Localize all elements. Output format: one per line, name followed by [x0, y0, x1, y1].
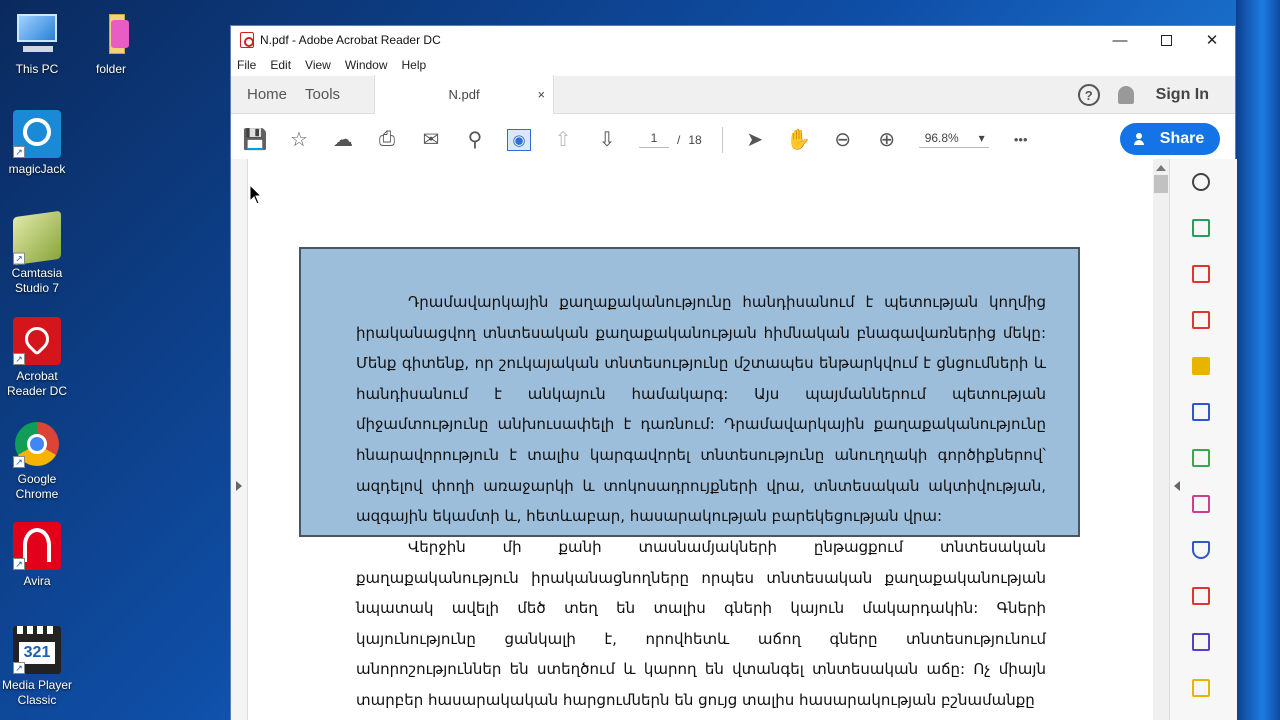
window-title: N.pdf - Adobe Acrobat Reader DC	[260, 33, 441, 47]
acrobat-icon: ↗	[13, 317, 61, 365]
desktop-icon-camtasia[interactable]: ↗ Camtasia Studio 7	[0, 210, 74, 296]
tab-document[interactable]: N.pdf ×	[374, 75, 555, 114]
paragraph-1-text: Դրամավարկային քաղաքականությունը հանդիսան…	[356, 293, 1046, 526]
pdf-icon	[240, 32, 254, 48]
desktop-icon-acrobat[interactable]: ↗ Acrobat Reader DC	[0, 317, 74, 399]
edit-pdf-icon[interactable]	[1188, 307, 1214, 333]
previous-page-icon[interactable]: ⇧	[541, 122, 585, 158]
protect-icon[interactable]	[1188, 537, 1214, 563]
menu-file[interactable]: File	[237, 58, 256, 72]
menu-help[interactable]: Help	[402, 58, 427, 72]
page-total: 18	[688, 132, 702, 147]
desktop-icon-chrome[interactable]: ↗ Google Chrome	[0, 420, 74, 502]
chevron-down-icon: ▾	[978, 131, 985, 145]
pdf-page[interactable]: Դրամավարկային քաղաքականությունը հանդիսան…	[248, 159, 1153, 720]
desktop-icon-label: This PC	[15, 62, 59, 76]
next-page-icon[interactable]: ⇩	[585, 122, 629, 158]
menu-view[interactable]: View	[305, 58, 331, 72]
sign-in-button[interactable]: Sign In	[1156, 86, 1209, 104]
comment-icon[interactable]	[1188, 353, 1214, 379]
close-button[interactable]: ✕	[1189, 26, 1235, 54]
document-area: Դրամավարկային քաղաքականությունը հանդիսան…	[231, 159, 1237, 720]
desktop-icon-magicjack[interactable]: ↗ magicJack	[0, 110, 74, 177]
media-player-icon: 321 ↗	[13, 626, 61, 674]
scroll-thumb[interactable]	[1154, 175, 1168, 193]
tab-document-label: N.pdf	[448, 87, 480, 102]
menu-bar: File Edit View Window Help	[231, 54, 1235, 76]
send-signature-icon[interactable]	[1188, 629, 1214, 655]
magicjack-icon: ↗	[13, 110, 61, 158]
tab-tools[interactable]: Tools	[303, 76, 356, 114]
right-tools-pane	[1169, 159, 1237, 720]
export-pdf-icon[interactable]	[1188, 215, 1214, 241]
help-icon[interactable]: ?	[1077, 84, 1100, 106]
select-cursor-icon[interactable]: ➤	[733, 122, 777, 158]
desktop-background	[1236, 0, 1280, 720]
page-separator: /	[677, 132, 681, 147]
paragraph-2: Վերջին մի քանի տասնամյակների ընթացքում տ…	[356, 532, 1046, 716]
zoom-out-icon[interactable]: ⊖	[821, 122, 865, 158]
share-icon	[1133, 133, 1152, 145]
desktop-icon-label: Camtasia Studio 7	[11, 266, 63, 295]
more-tools-icon[interactable]	[1188, 675, 1214, 701]
more-options-icon[interactable]: •••	[999, 122, 1043, 158]
desktop: This PC folder ↗ magicJack ↗ Camtasia St…	[0, 0, 230, 720]
monitor-icon	[13, 10, 61, 58]
bell-icon[interactable]	[1117, 86, 1134, 104]
email-icon[interactable]: ✉	[409, 122, 453, 158]
page-navigator: 1 / 18	[639, 131, 702, 148]
print-icon[interactable]: ⎙	[365, 122, 409, 158]
camtasia-icon: ↗	[13, 210, 61, 266]
desktop-icon-label: Avira	[23, 574, 51, 588]
fill-sign-icon[interactable]	[1188, 491, 1214, 517]
desktop-icon-label: Media Player Classic	[1, 678, 73, 707]
desktop-icon-media-player[interactable]: 321 ↗ Media Player Classic	[0, 626, 74, 708]
save-icon[interactable]: 💾	[233, 122, 277, 158]
menu-window[interactable]: Window	[345, 58, 388, 72]
desktop-icon-folder[interactable]: folder	[74, 10, 148, 77]
expand-left-icon	[236, 481, 242, 491]
desktop-icon-label: Google Chrome	[15, 472, 59, 501]
page-number-input[interactable]: 1	[639, 131, 669, 148]
desktop-icon-label: magicJack	[8, 162, 66, 176]
zoom-in-icon[interactable]: ⊕	[865, 122, 909, 158]
desktop-icon-label: folder	[95, 62, 127, 76]
paragraph-2-text: Վերջին մի քանի տասնամյակների ընթացքում տ…	[356, 538, 1046, 709]
title-bar: N.pdf - Adobe Acrobat Reader DC — ✕	[231, 26, 1235, 54]
hand-tool-icon[interactable]: ✋	[777, 122, 821, 158]
share-button[interactable]: Share	[1120, 123, 1220, 155]
toolbar-divider	[721, 126, 723, 153]
desktop-icon-avira[interactable]: ↗ Avira	[0, 522, 74, 589]
collapse-right-icon[interactable]	[1174, 481, 1180, 491]
share-label: Share	[1159, 130, 1205, 147]
folder-icon	[87, 10, 135, 58]
create-pdf-icon[interactable]	[1188, 261, 1214, 287]
upload-icon[interactable]: ☁	[321, 122, 365, 158]
scroll-up-icon[interactable]	[1156, 165, 1166, 171]
zoom-value: 96.8%	[924, 131, 959, 145]
paragraph-1: Դրամավարկային քաղաքականությունը հանդիսան…	[356, 287, 1046, 532]
zoom-select[interactable]: 96.8% ▾	[918, 131, 989, 148]
organize-pages-icon[interactable]	[1188, 445, 1214, 471]
menu-edit[interactable]: Edit	[270, 58, 291, 72]
combine-files-icon[interactable]	[1188, 399, 1214, 425]
close-tab-icon[interactable]: ×	[537, 87, 545, 102]
snapshot-icon[interactable]: ◉	[497, 122, 541, 158]
zoom-tool-icon[interactable]	[1188, 169, 1214, 195]
desktop-icon-this-pc[interactable]: This PC	[0, 10, 74, 77]
left-panel-toggle[interactable]	[231, 159, 248, 720]
acrobat-window: N.pdf - Adobe Acrobat Reader DC — ✕ File…	[230, 25, 1237, 720]
vertical-scrollbar[interactable]	[1153, 159, 1169, 720]
search-icon[interactable]: ⚲	[453, 122, 497, 158]
chrome-icon: ↗	[13, 420, 61, 468]
tab-home[interactable]: Home	[231, 76, 303, 114]
avira-icon: ↗	[13, 522, 61, 570]
bookmark-star-icon[interactable]: ☆	[277, 122, 321, 158]
maximize-button[interactable]	[1143, 26, 1189, 54]
acrobat-tool-icon[interactable]	[1188, 583, 1214, 609]
tab-bar: Home Tools N.pdf × ? Sign In	[231, 75, 1235, 114]
minimize-button[interactable]: —	[1097, 26, 1143, 54]
desktop-icon-label: Acrobat Reader DC	[6, 369, 68, 398]
